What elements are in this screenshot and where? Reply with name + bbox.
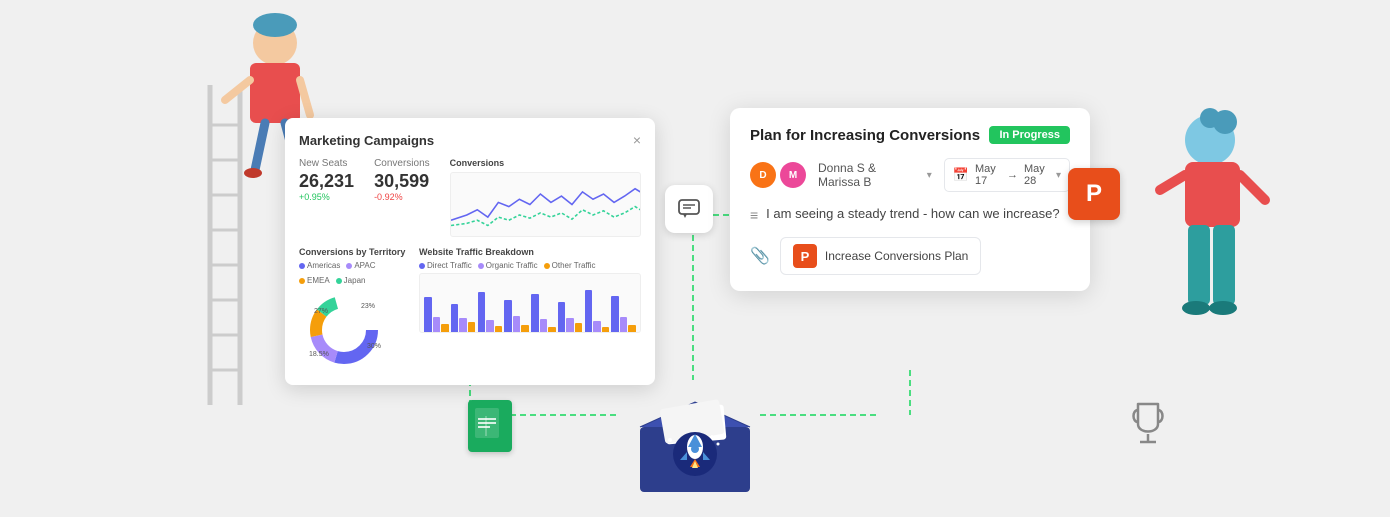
sheets-svg: [475, 408, 505, 444]
task-card: Plan for Increasing Conversions In Progr…: [730, 108, 1090, 291]
traffic-bar-chart: [419, 273, 641, 333]
legend-organic: Organic Traffic: [478, 261, 538, 270]
marketing-campaigns-card: Marketing Campaigns × New Seats 26,231 +…: [285, 118, 655, 385]
task-title: Plan for Increasing Conversions: [750, 127, 980, 144]
marissa-avatar: M: [780, 162, 806, 188]
calendar-icon: 📅: [953, 167, 969, 183]
powerpoint-icon: P: [793, 244, 817, 268]
task-description: ≡ I am seeing a steady trend - how can w…: [750, 206, 1070, 223]
date-caret[interactable]: ▾: [1056, 170, 1061, 181]
legend-emea: EMEA: [299, 276, 330, 285]
territory-legend: Americas APAC EMEA Japan: [299, 261, 409, 285]
traffic-chart-title: Website Traffic Breakdown: [419, 247, 641, 257]
date-end: May 28: [1024, 163, 1050, 187]
donut-chart: 27% 23% 30% 18.5%: [299, 288, 389, 368]
task-meta: D M Donna S & Marissa B ▾ 📅 May 17 → May…: [750, 158, 1070, 192]
territory-chart-section: Conversions by Territory Americas APAC E…: [299, 247, 409, 371]
clip-icon: 📎: [750, 246, 770, 266]
card-title: Marketing Campaigns: [299, 133, 434, 148]
trophy-icon: [1126, 400, 1170, 457]
assignees-avatars: D M: [750, 162, 806, 188]
traffic-chart-section: Website Traffic Breakdown Direct Traffic…: [419, 247, 641, 371]
chat-icon-container: [665, 185, 713, 233]
rocket-box-svg: [630, 392, 760, 492]
close-icon[interactable]: ×: [633, 132, 641, 148]
charts-row: Conversions by Territory Americas APAC E…: [299, 247, 641, 371]
legend-apac: APAC: [346, 261, 375, 270]
donna-avatar: D: [750, 162, 776, 188]
svg-text:23%: 23%: [361, 303, 375, 310]
assignees-caret[interactable]: ▾: [927, 170, 932, 181]
floating-ppt-icon: P: [1068, 168, 1120, 220]
legend-americas: Americas: [299, 261, 340, 270]
conversions-metric: Conversions 30,599 -0.92%: [374, 158, 430, 237]
conversions-line-chart-section: Conversions: [450, 158, 641, 237]
attachment-pill[interactable]: P Increase Conversions Plan: [780, 237, 981, 275]
legend-japan: Japan: [336, 276, 366, 285]
task-header: Plan for Increasing Conversions In Progr…: [750, 126, 1070, 144]
google-sheets-icon: [468, 400, 512, 452]
date-range[interactable]: 📅 May 17 → May 28 ▾: [944, 158, 1070, 192]
new-seats-label: New Seats: [299, 158, 354, 169]
conversions-chart-title: Conversions: [450, 158, 641, 168]
date-arrow: →: [1007, 169, 1018, 181]
card-header: Marketing Campaigns ×: [299, 132, 641, 148]
legend-direct: Direct Traffic: [419, 261, 472, 270]
trophy-svg: [1126, 400, 1170, 452]
conversions-value: 30,599: [374, 171, 430, 192]
status-badge: In Progress: [989, 126, 1070, 144]
bar-group-4: [504, 300, 529, 332]
attachment-label: Increase Conversions Plan: [825, 249, 968, 263]
bar-group-2: [451, 304, 476, 332]
description-icon: ≡: [750, 207, 758, 223]
bar-group-7: [585, 290, 610, 332]
new-seats-value: 26,231: [299, 171, 354, 192]
description-text: I am seeing a steady trend - how can we …: [766, 206, 1059, 221]
bar-group-1: [424, 297, 449, 332]
conversions-line-chart: [450, 172, 641, 237]
svg-text:27%: 27%: [314, 308, 328, 315]
legend-other: Other Traffic: [544, 261, 596, 270]
svg-text:30%: 30%: [367, 343, 381, 350]
bar-group-6: [558, 302, 583, 332]
new-seats-metric: New Seats 26,231 +0.95%: [299, 158, 354, 237]
svg-text:18.5%: 18.5%: [309, 351, 329, 358]
central-rocket-box: [630, 392, 760, 497]
traffic-legend: Direct Traffic Organic Traffic Other Tra…: [419, 261, 641, 270]
bar-group-5: [531, 294, 556, 332]
conversions-label: Conversions: [374, 158, 430, 169]
bar-group-8: [611, 296, 636, 332]
territory-chart-title: Conversions by Territory: [299, 247, 409, 257]
metrics-row: New Seats 26,231 +0.95% Conversions 30,5…: [299, 158, 641, 237]
bar-group-3: [478, 292, 503, 332]
new-seats-change: +0.95%: [299, 192, 354, 202]
conversions-change: -0.92%: [374, 192, 430, 202]
chat-icon: [677, 197, 701, 221]
attachment-section: 📎 P Increase Conversions Plan: [750, 237, 1070, 275]
assignees-label: Donna S & Marissa B: [818, 161, 915, 189]
date-start: May 17: [975, 163, 1001, 187]
